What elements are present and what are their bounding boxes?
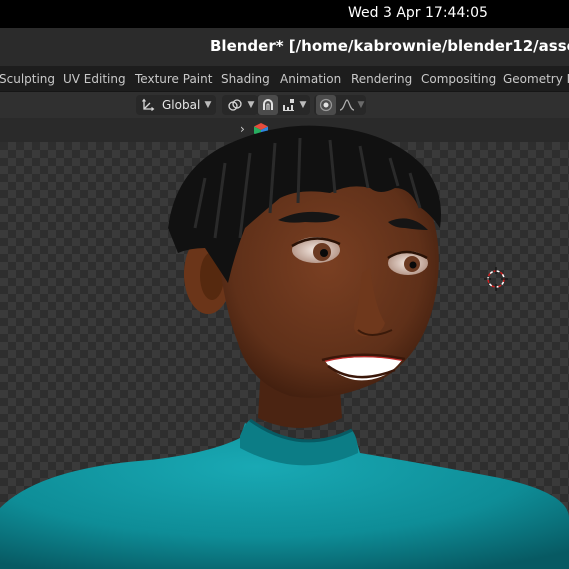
chevron-down-icon: ▼: [299, 100, 307, 110]
tab-sculpting[interactable]: Sculpting: [0, 72, 55, 88]
screen: Wed 3 Apr 17:44:05 Blender* [/home/kabro…: [0, 0, 569, 569]
os-top-bar: Wed 3 Apr 17:44:05: [0, 0, 569, 28]
snap-increment-icon[interactable]: [280, 95, 298, 115]
tab-uv-editing[interactable]: UV Editing: [63, 72, 126, 88]
transform-orientation-label: Global: [162, 98, 201, 112]
workspace-tabs: Sculpting UV Editing Texture Paint Shadi…: [0, 66, 569, 92]
3d-viewport[interactable]: ›: [0, 118, 569, 569]
3d-cursor-icon[interactable]: [484, 267, 508, 291]
window-title-bar[interactable]: Blender* [/home/kabrownie/blender12/asse…: [0, 28, 569, 66]
character-render: [0, 125, 569, 569]
window-title: Blender* [/home/kabrownie/blender12/asse…: [210, 37, 569, 55]
chevron-down-icon: ▼: [204, 100, 212, 110]
tab-animation[interactable]: Animation: [280, 72, 341, 88]
proportional-editing-icon[interactable]: [316, 95, 336, 115]
tab-texture-paint[interactable]: Texture Paint: [135, 72, 212, 88]
viewport-header: Global ▼ ▼ ▼ ▼: [0, 92, 569, 118]
snap-magnet-icon[interactable]: [258, 95, 278, 115]
pupil-right: [409, 261, 417, 269]
tab-geometry-nodes[interactable]: Geometry No: [503, 72, 569, 88]
transform-orientation-dropdown[interactable]: Global ▼: [136, 95, 216, 115]
os-clock[interactable]: Wed 3 Apr 17:44:05: [348, 5, 488, 21]
proportional-editing-group: ▼: [314, 95, 366, 115]
chevron-down-icon: ▼: [357, 100, 365, 110]
transform-orientation-icon: [139, 95, 157, 115]
pivot-point-dropdown[interactable]: ▼: [222, 95, 258, 115]
tab-compositing[interactable]: Compositing: [421, 72, 496, 88]
tab-rendering[interactable]: Rendering: [351, 72, 412, 88]
tab-shading[interactable]: Shading: [221, 72, 270, 88]
falloff-curve-icon[interactable]: [338, 95, 356, 115]
snapping-group: ▼: [256, 95, 310, 115]
pivot-point-icon: [225, 95, 245, 115]
pupil-left: [320, 249, 328, 257]
